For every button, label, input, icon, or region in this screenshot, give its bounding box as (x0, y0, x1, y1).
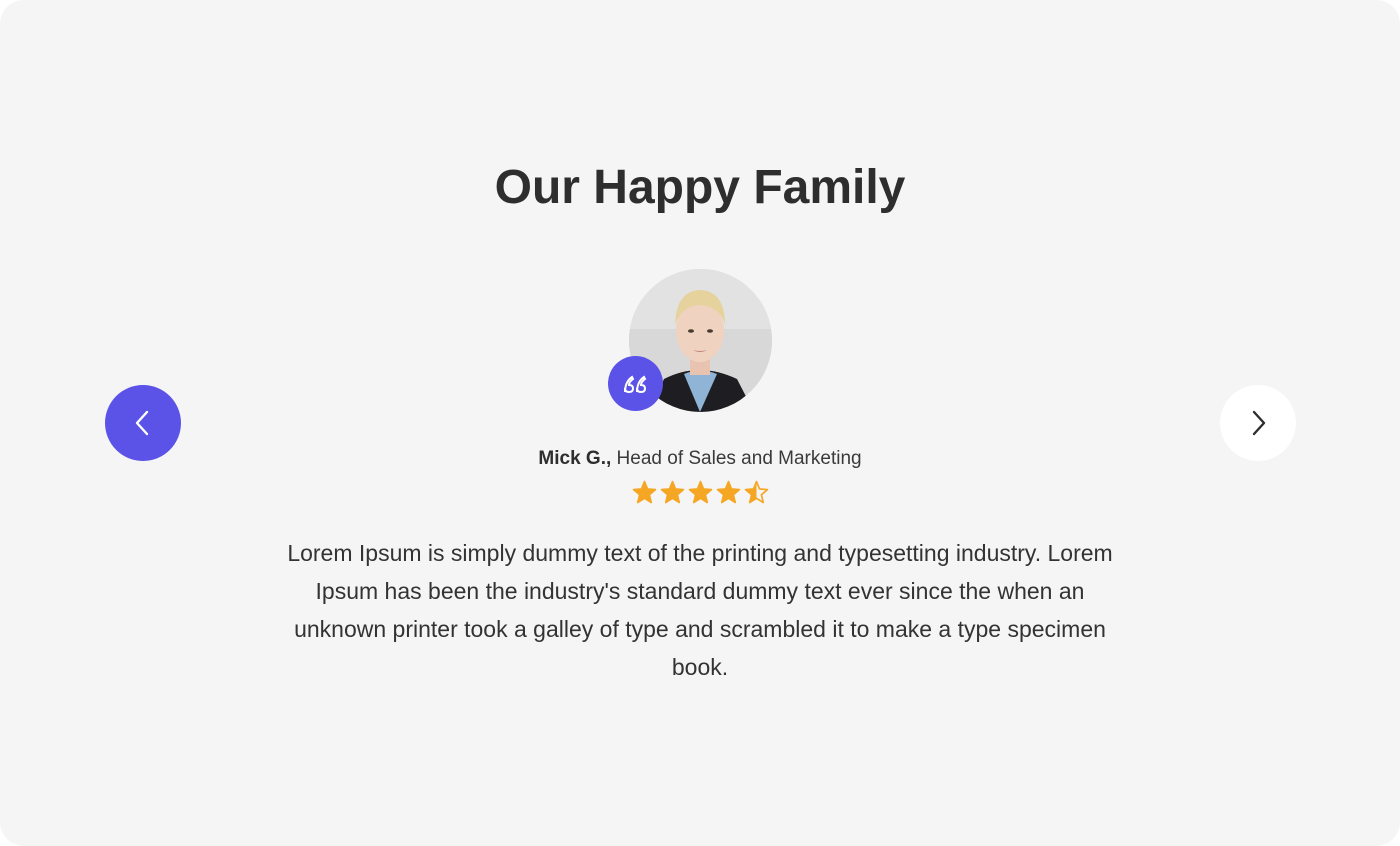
author-role: Head of Sales and Marketing (616, 448, 862, 469)
star-icon (660, 480, 685, 504)
star-icon (632, 480, 657, 504)
star-rating (632, 480, 770, 506)
author-line: Mick G., Head of Sales and Marketing (0, 447, 1400, 471)
star-icon (688, 480, 713, 504)
chevron-left-icon (135, 410, 149, 436)
star-half-icon (744, 480, 769, 504)
section-title: Our Happy Family (494, 161, 906, 214)
testimonial-section: Our Happy Family Mick G., Head of Sales … (0, 0, 1400, 846)
quote-icon (623, 375, 646, 393)
testimonial-quote: Lorem Ipsum is simply dummy text of the … (287, 540, 1113, 680)
star-icon (716, 480, 741, 504)
chevron-right-icon (1252, 410, 1266, 436)
author-name: Mick G., (538, 448, 612, 469)
quote-badge (608, 356, 663, 411)
